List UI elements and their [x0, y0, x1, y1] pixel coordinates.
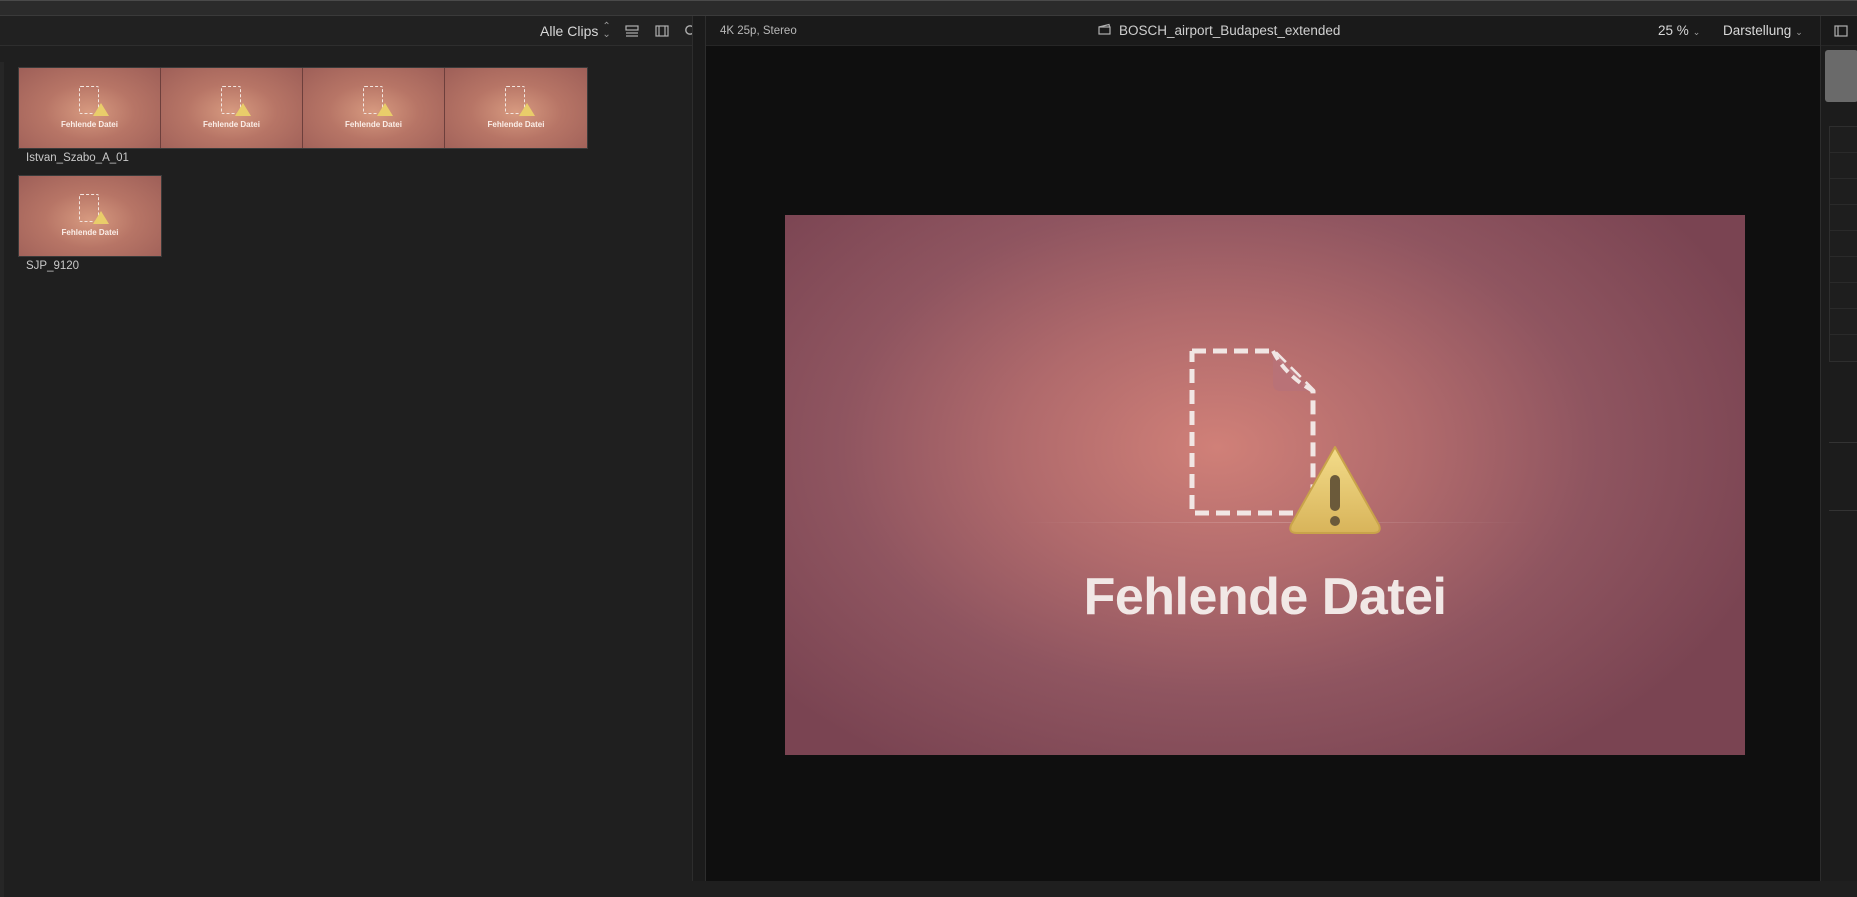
warning-icon	[93, 211, 109, 224]
browser-toolbar: Alle Clips ⌃ ⌄	[0, 16, 698, 46]
inspector-divider	[1829, 510, 1857, 511]
inspector-panel	[1820, 16, 1857, 881]
inspector-rows	[1829, 126, 1857, 362]
clip-name[interactable]: SJP_9120	[26, 260, 79, 272]
zoom-menu[interactable]: 25 % ⌄	[1658, 23, 1700, 38]
project-title: BOSCH_airport_Budapest_extended	[1098, 23, 1340, 38]
inspector-thumbnail	[1825, 50, 1857, 102]
clip-name[interactable]: Istvan_Szabo_A_01	[26, 152, 129, 164]
panel-divider[interactable]	[692, 16, 706, 881]
viewer-panel: 4K 25p, Stereo BOSCH_airport_Budapest_ex…	[706, 16, 1820, 881]
clip-filmstrip-1[interactable]: Fehlende Datei Fehlende Datei Fehlende D…	[18, 67, 588, 149]
clip-thumbnail: Fehlende Datei	[161, 68, 303, 148]
warning-icon	[93, 103, 109, 116]
warning-icon	[377, 103, 393, 116]
clapperboard-icon	[1098, 23, 1111, 38]
display-menu[interactable]: Darstellung ⌄	[1723, 23, 1803, 38]
browser-left-edge	[0, 62, 4, 897]
window-top-strip	[0, 0, 1857, 16]
list-view-icon[interactable]	[623, 22, 641, 40]
inspector-toolbar	[1821, 16, 1857, 46]
project-title-text: BOSCH_airport_Budapest_extended	[1119, 23, 1341, 38]
missing-file-text: Fehlende Datei	[1083, 568, 1447, 626]
browser-panel: Alle Clips ⌃ ⌄ Fehlende Datei Fehlende Da…	[0, 16, 698, 897]
chevron-down-icon: ⌄	[1692, 27, 1701, 37]
clip-thumbnail: Fehlende Datei	[445, 68, 587, 148]
clip-filter-label: Alle Clips	[540, 23, 599, 39]
viewer-toolbar: 4K 25p, Stereo BOSCH_airport_Budapest_ex…	[706, 16, 1820, 46]
clip-thumbnail: Fehlende Datei	[19, 176, 161, 256]
viewer-frame[interactable]: Fehlende Datei	[785, 215, 1745, 755]
format-info: 4K 25p, Stereo	[720, 25, 797, 37]
warning-icon	[235, 103, 251, 116]
zoom-value: 25 %	[1658, 23, 1689, 38]
display-menu-label: Darstellung	[1723, 23, 1792, 38]
clip-thumbnail: Fehlende Datei	[303, 68, 445, 148]
clip-filmstrip-2[interactable]: Fehlende Datei	[18, 175, 162, 257]
warning-icon	[519, 103, 535, 116]
chevron-down-icon: ⌄	[1795, 27, 1803, 37]
clip-thumbnail: Fehlende Datei	[19, 68, 161, 148]
inspector-divider	[1829, 442, 1857, 443]
filmstrip-view-icon[interactable]	[653, 22, 671, 40]
missing-file-icon	[1189, 348, 1381, 534]
inspector-filmstrip-icon[interactable]	[1834, 24, 1848, 42]
clip-filter-menu[interactable]: Alle Clips ⌃ ⌄	[540, 21, 611, 40]
updown-chevron-icon: ⌃ ⌄	[602, 21, 611, 40]
